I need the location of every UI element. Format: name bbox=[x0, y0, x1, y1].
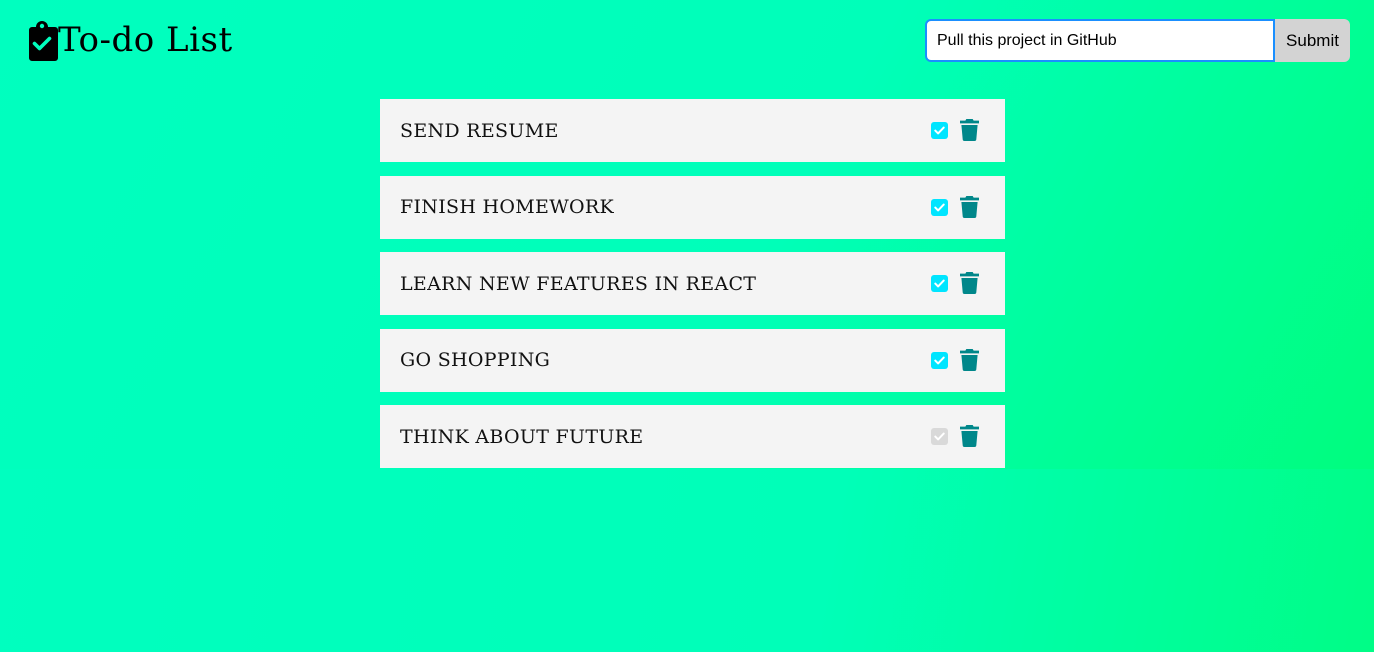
page-title: To-do List bbox=[58, 20, 233, 60]
check-icon bbox=[934, 279, 945, 288]
todo-item: LEARN NEW FEATURES IN REACT bbox=[380, 252, 1005, 315]
complete-checkbox[interactable] bbox=[931, 198, 948, 216]
submit-button[interactable]: Submit bbox=[1275, 19, 1350, 62]
todo-app: To-do List Submit SEND RESUME FINISH HOM… bbox=[0, 0, 1374, 652]
trash-icon bbox=[960, 348, 979, 371]
delete-button[interactable] bbox=[960, 195, 979, 218]
todo-item: THINK ABOUT FUTURE bbox=[380, 405, 1005, 468]
todo-text: THINK ABOUT FUTURE bbox=[400, 425, 644, 448]
trash-icon bbox=[960, 272, 979, 295]
trash-icon bbox=[960, 425, 979, 448]
todo-text: LEARN NEW FEATURES IN REACT bbox=[400, 272, 757, 295]
todo-item: FINISH HOMEWORK bbox=[380, 175, 1005, 239]
check-icon bbox=[934, 356, 945, 364]
delete-button[interactable] bbox=[960, 348, 979, 371]
delete-button[interactable] bbox=[960, 425, 979, 448]
todo-input[interactable] bbox=[925, 19, 1275, 62]
todo-text: GO SHOPPING bbox=[400, 349, 551, 371]
delete-button[interactable] bbox=[960, 119, 979, 142]
todo-item: GO SHOPPING bbox=[380, 328, 1005, 392]
check-icon bbox=[934, 432, 945, 441]
todo-list: SEND RESUME FINISH HOMEWORK LEARN NEW FE… bbox=[380, 99, 1005, 482]
complete-checkbox[interactable] bbox=[931, 428, 948, 445]
todo-text: FINISH HOMEWORK bbox=[400, 196, 615, 218]
check-icon bbox=[934, 203, 945, 211]
todo-item: SEND RESUME bbox=[380, 99, 1005, 162]
clipboard-check-icon bbox=[29, 21, 58, 61]
complete-checkbox[interactable] bbox=[931, 122, 948, 139]
complete-checkbox[interactable] bbox=[931, 275, 948, 292]
trash-icon bbox=[960, 195, 979, 218]
brand: To-do List bbox=[26, 19, 233, 61]
check-icon bbox=[934, 126, 945, 135]
delete-button[interactable] bbox=[960, 272, 979, 295]
trash-icon bbox=[960, 119, 979, 142]
todo-text: SEND RESUME bbox=[400, 119, 559, 142]
add-todo-form: Submit bbox=[925, 19, 1350, 62]
complete-checkbox[interactable] bbox=[931, 351, 948, 369]
